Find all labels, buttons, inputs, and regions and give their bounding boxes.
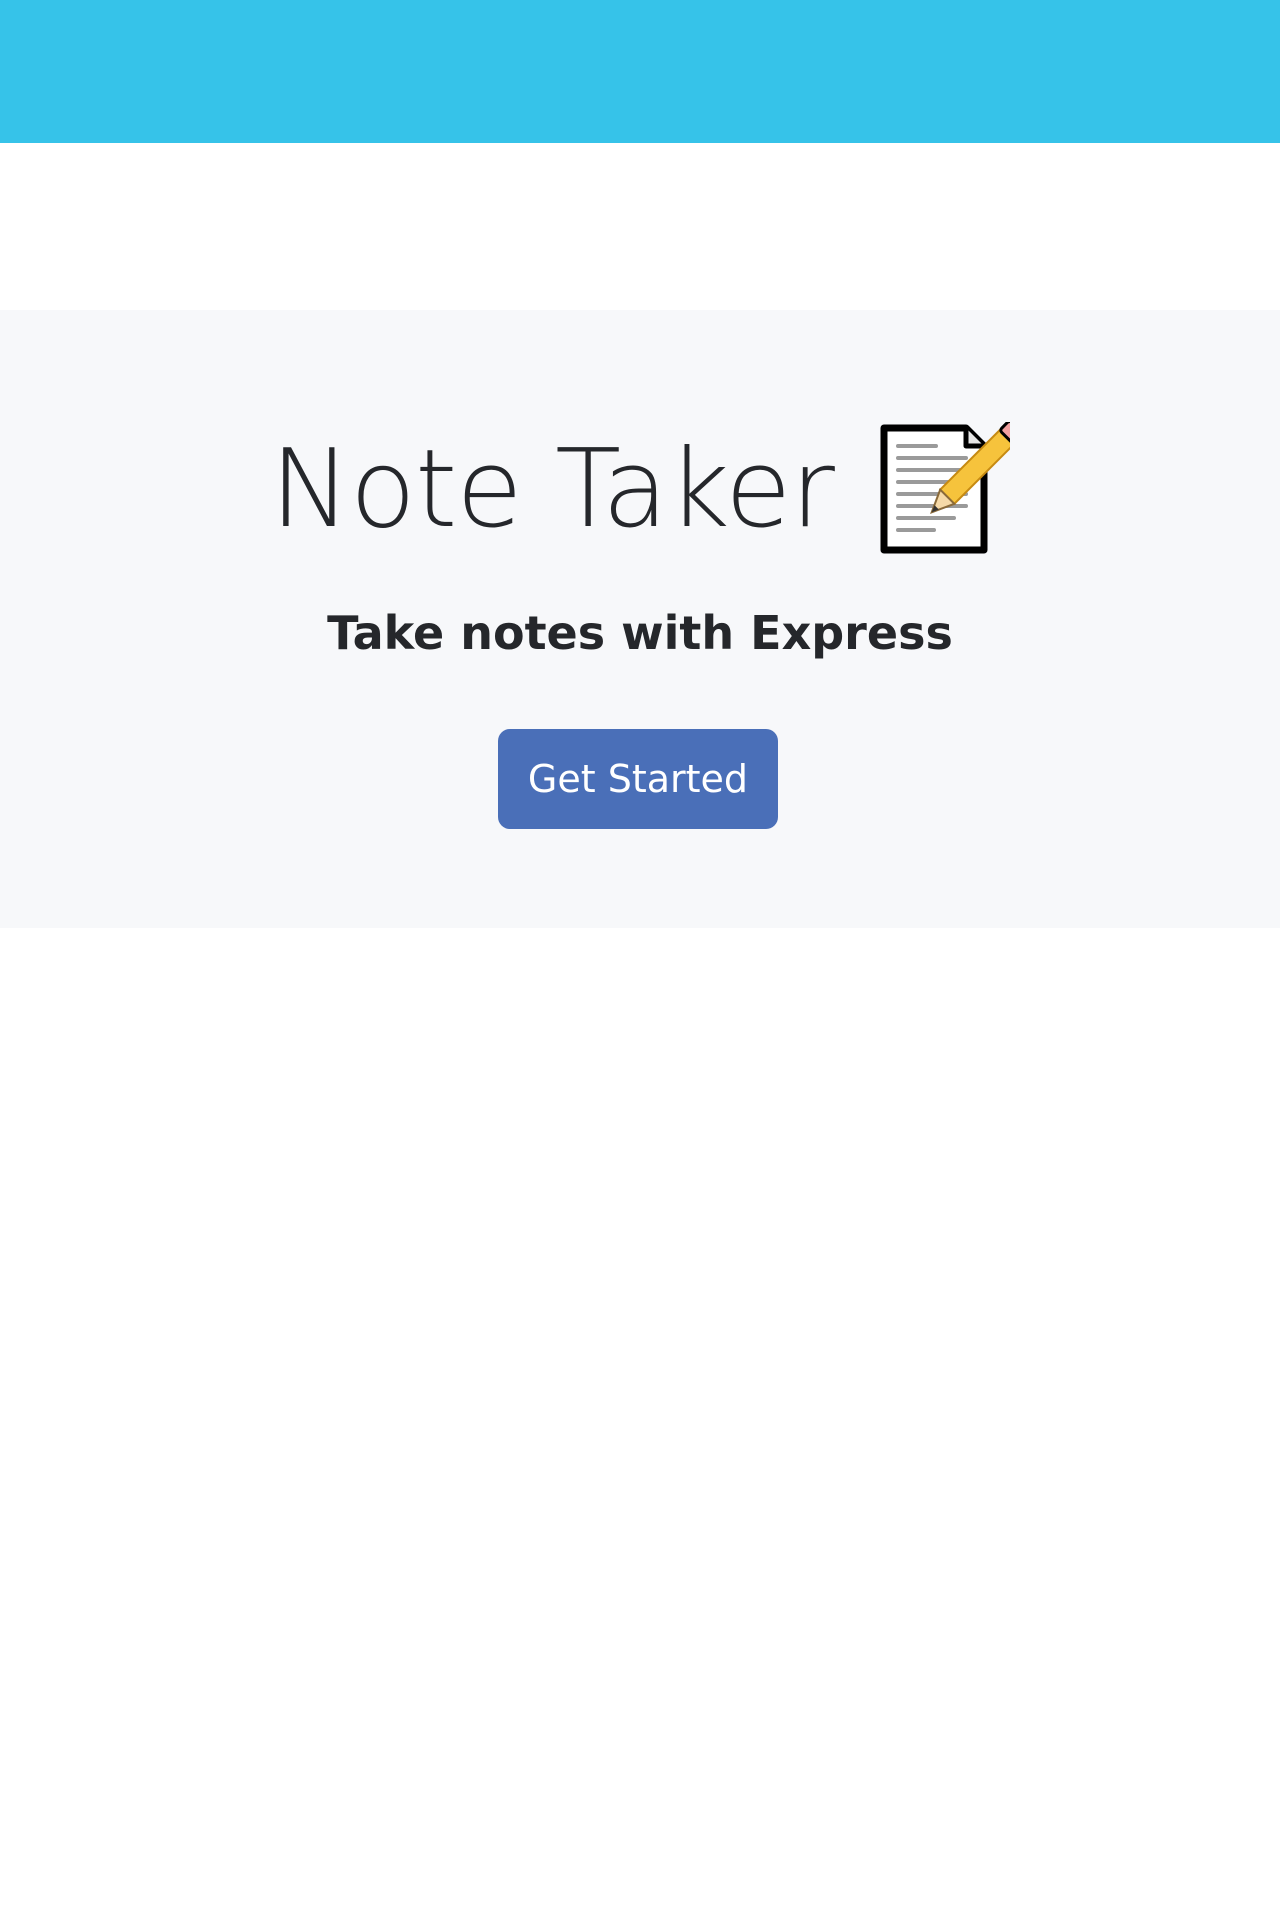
hero-subtitle: Take notes with Express: [327, 606, 953, 660]
get-started-button[interactable]: Get Started: [498, 729, 778, 829]
memo-icon: [874, 420, 1024, 558]
hero-title-row: Note Taker: [0, 420, 1280, 560]
top-navbar: [0, 0, 1280, 143]
page-title: Note Taker: [270, 427, 835, 552]
hero-section: Note Taker Take notes with Express Get S…: [0, 310, 1280, 928]
